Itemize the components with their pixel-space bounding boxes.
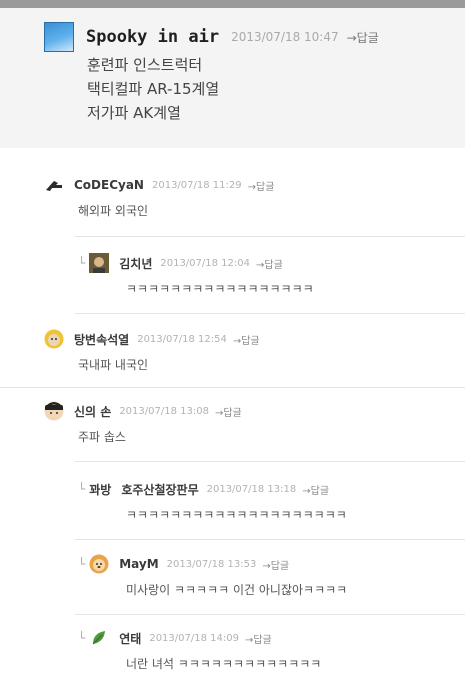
divider (75, 461, 465, 462)
comment-date: 2013/07/18 13:53 (166, 558, 257, 570)
original-post: Spooky in air 2013/07/18 10:47 →답글 훈련파 인… (0, 8, 465, 148)
reply-arrow-icon: └ (78, 557, 86, 571)
person-avatar-icon[interactable] (44, 401, 64, 421)
comment-reply-button[interactable]: →답글 (233, 332, 260, 347)
comment-date: 2013/07/18 13:18 (206, 483, 297, 495)
comment-reply: └ 김치년 2013/07/18 12:04 →답글 ㅋㅋㅋㅋㅋㅋㅋㅋㅋㅋㅋㅋㅋ… (78, 252, 314, 297)
reply-arrow-icon: └ (78, 631, 86, 645)
post-author[interactable]: Spooky in air (86, 27, 219, 47)
comment-date: 2013/07/18 13:08 (119, 405, 209, 417)
author-prefix: 꽈방 (89, 482, 112, 497)
comment: 탕변속석열 2013/07/18 12:54 →답글 국내파 내국인 (44, 328, 260, 373)
comment-date: 2013/07/18 14:09 (149, 632, 239, 644)
comment-author[interactable]: 연태 (119, 630, 141, 647)
avatar[interactable] (44, 22, 74, 52)
gun-avatar-icon[interactable] (44, 175, 64, 195)
comment-text: 국내파 내국인 (78, 358, 149, 372)
comment-reply-button[interactable]: →답글 (262, 557, 289, 572)
comment-author[interactable]: 탕변속석열 (74, 331, 129, 348)
comment-reply-button[interactable]: →답글 (245, 631, 272, 646)
comment-reply-button[interactable]: →답글 (302, 482, 329, 497)
comment-text: 미사랑이 ㅋㅋㅋㅋㅋ 이건 아니잖아ㅋㅋㅋㅋ (126, 583, 348, 597)
face-avatar-icon[interactable] (89, 253, 110, 273)
top-border (0, 0, 465, 8)
comment-author[interactable]: MayM (119, 557, 158, 571)
comment: 신의 손 2013/07/18 13:08 →답글 주파 솝스 (44, 400, 242, 445)
comment-author[interactable]: 신의 손 (74, 403, 111, 420)
comment-author[interactable]: 호주산철장판무 (121, 481, 198, 498)
comment-reply: └ 꽈방 호주산철장판무 2013/07/18 13:18 →답글 ㅋㅋㅋㅋㅋㅋ… (78, 478, 347, 523)
post-header: Spooky in air 2013/07/18 10:47 →답글 (44, 22, 379, 52)
comment-author[interactable]: 김치년 (119, 255, 152, 272)
comment-author[interactable]: CoDECyaN (74, 178, 144, 192)
post-date: 2013/07/18 10:47 (231, 30, 339, 44)
comment-reply: └ MayM 2013/07/18 13:53 →답글 미사랑이 ㅋㅋㅋㅋㅋ 이… (78, 553, 347, 598)
post-reply-button[interactable]: →답글 (347, 29, 379, 46)
comment-text: 해외파 외국인 (78, 204, 149, 218)
comment-date: 2013/07/18 12:04 (160, 257, 250, 269)
comment: CoDECyaN 2013/07/18 11:29 →답글 해외파 외국인 (44, 174, 274, 219)
comment-text: 너란 녀석 ㅋㅋㅋㅋㅋㅋㅋㅋㅋㅋㅋㅋㅋ (126, 657, 322, 671)
leaf-avatar-icon[interactable] (89, 628, 110, 648)
spacer (0, 148, 465, 170)
comment-reply: └ 연태 2013/07/18 14:09 →답글 너란 녀석 ㅋㅋㅋㅋㅋㅋㅋㅋ… (78, 627, 321, 672)
reply-arrow-icon: └ (78, 256, 86, 270)
comment-date: 2013/07/18 11:29 (151, 179, 242, 191)
comment-reply-button[interactable]: →답글 (215, 404, 242, 419)
post-body: 훈련파 인스트럭터 택티컬파 AR-15계열 저가파 AK계열 (87, 53, 219, 125)
comment-text: ㅋㅋㅋㅋㅋㅋㅋㅋㅋㅋㅋㅋㅋㅋㅋㅋㅋㅋㅋㅋ (126, 508, 347, 522)
post-line: 저가파 AK계열 (87, 104, 181, 122)
comment-text: ㅋㅋㅋㅋㅋㅋㅋㅋㅋㅋㅋㅋㅋㅋㅋㅋㅋ (126, 282, 314, 296)
comment-date: 2013/07/18 12:54 (137, 333, 227, 345)
emoji-avatar-icon[interactable] (44, 329, 64, 349)
divider (75, 539, 465, 540)
post-line: 택티컬파 AR-15계열 (87, 80, 220, 98)
reply-arrow-icon: └ (78, 482, 86, 496)
divider (0, 387, 465, 388)
comment-reply-button[interactable]: →답글 (248, 178, 275, 193)
comment-reply-button[interactable]: →답글 (256, 256, 283, 271)
post-line: 훈련파 인스트럭터 (87, 56, 203, 74)
comment-text: 주파 솝스 (78, 430, 126, 444)
divider (75, 614, 465, 615)
divider (75, 313, 465, 314)
dog-avatar-icon[interactable] (89, 554, 109, 574)
divider (75, 236, 465, 237)
